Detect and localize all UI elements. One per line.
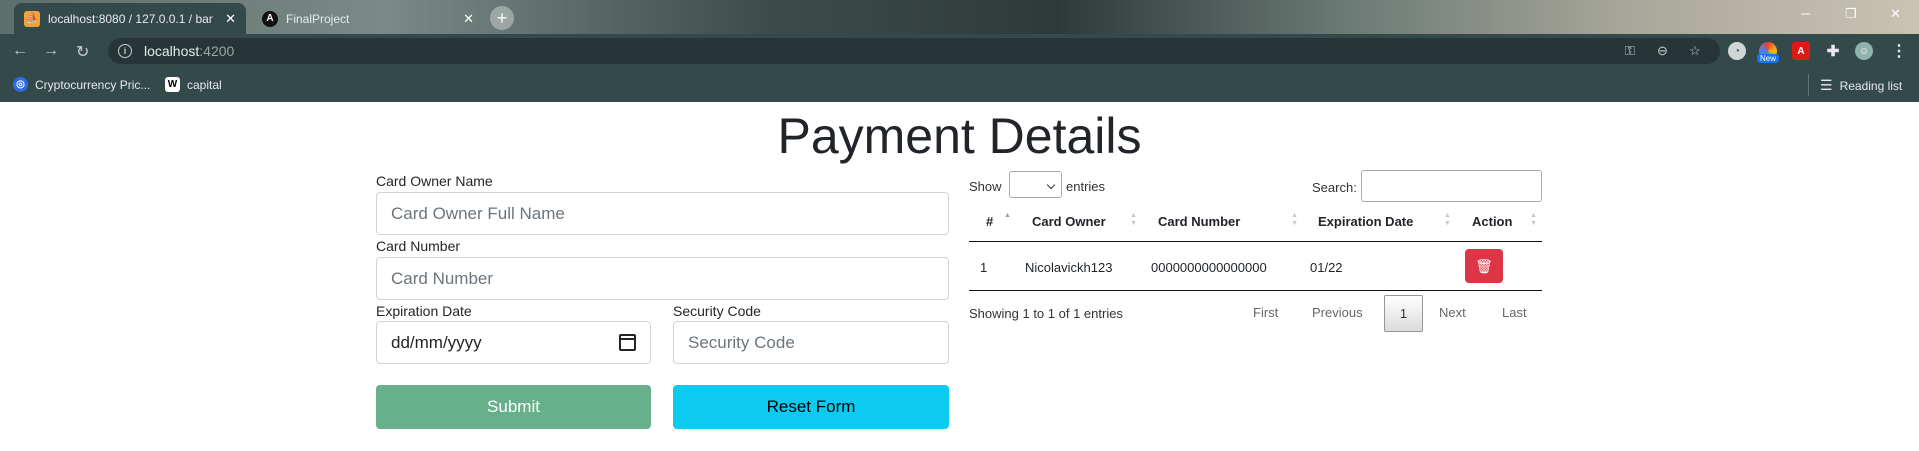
search-label: Search: (1312, 180, 1357, 195)
show-label: Show (969, 179, 1002, 194)
security-code-placeholder: Security Code (688, 332, 795, 352)
angular-devtools-icon[interactable]: A (1792, 42, 1810, 60)
reading-list-icon: ☰ (1820, 77, 1833, 93)
menu-kebab-icon[interactable]: ⋮ (1890, 42, 1908, 60)
expiration-date-label: Expiration Date (376, 303, 472, 319)
sort-action-icon[interactable]: ▲ ▼ (1530, 212, 1537, 228)
tab-title: localhost:8080 / 127.0.0.1 / bank (48, 11, 214, 26)
header-expiration-date[interactable]: Expiration Date (1318, 214, 1413, 229)
header-index[interactable]: # (986, 214, 993, 229)
browser-tab-bar: ⛵ localhost:8080 / 127.0.0.1 / bank ✕ A … (0, 0, 1919, 34)
pagination-previous[interactable]: Previous (1312, 305, 1363, 320)
reading-list-label: Reading list (1839, 78, 1903, 93)
row-card-number: 0000000000000000 (1151, 260, 1267, 275)
row-index: 1 (980, 260, 988, 275)
zoom-icon[interactable]: ⊖ (1657, 43, 1668, 59)
calendar-icon[interactable] (619, 334, 636, 351)
table-search-input[interactable] (1361, 170, 1542, 202)
expiration-date-value: dd/mm/yyyy (391, 332, 482, 352)
bookmark-star-icon[interactable]: ☆ (1689, 43, 1701, 59)
delete-button[interactable]: 🗑 (1465, 249, 1503, 283)
reset-form-button[interactable]: Reset Form (673, 385, 949, 429)
url-text: localhost:4200 (144, 43, 235, 59)
extensions-puzzle-icon[interactable]: ✚ (1824, 42, 1842, 60)
submit-button[interactable]: Submit (376, 385, 651, 429)
table-info: Showing 1 to 1 of 1 entries (969, 306, 1123, 321)
extension-new-badge: New (1757, 54, 1780, 63)
reading-list-button[interactable]: ☰ Reading list (1820, 77, 1902, 94)
card-owner-input[interactable]: Card Owner Full Name (376, 192, 949, 235)
table-footer-rule (969, 290, 1542, 291)
extension-gauge-icon[interactable]: ◔ (1728, 42, 1746, 60)
trash-icon: 🗑 (1475, 257, 1493, 274)
header-card-owner[interactable]: Card Owner (1032, 214, 1106, 229)
card-number-placeholder: Card Number (391, 268, 494, 288)
table-header-rule (969, 241, 1542, 242)
security-code-input[interactable]: Security Code (673, 321, 949, 364)
angular-favicon-icon: A (262, 10, 278, 27)
sort-owner-icon[interactable]: ▲ ▼ (1130, 212, 1137, 228)
tab-close-icon[interactable]: ✕ (463, 11, 474, 27)
minimize-icon[interactable]: ─ (1801, 6, 1810, 21)
forward-icon[interactable]: → (43, 42, 59, 60)
tab-title: FinalProject (286, 11, 350, 26)
card-number-input[interactable]: Card Number (376, 257, 949, 300)
pagination-current[interactable]: 1 (1384, 295, 1423, 332)
reload-icon[interactable]: ↻ (76, 42, 89, 62)
pagination-first[interactable]: First (1253, 305, 1278, 320)
row-card-owner: Nicolavickh123 (1025, 260, 1113, 275)
card-owner-label: Card Owner Name (376, 173, 493, 189)
coin-icon: ◎ (13, 77, 28, 92)
back-icon[interactable]: ← (12, 42, 28, 60)
browser-toolbar: ← → ↻ i localhost:4200 ⚿ ⊖ ☆ ◔ New A ✚ ☺… (0, 34, 1919, 68)
address-bar[interactable]: i localhost:4200 ⚿ ⊖ ☆ (108, 38, 1720, 64)
header-card-number[interactable]: Card Number (1158, 214, 1240, 229)
expiration-date-input[interactable]: dd/mm/yyyy (376, 321, 651, 364)
sort-index-icon[interactable]: ▲ (1004, 212, 1011, 220)
restore-icon[interactable]: ❐ (1845, 6, 1857, 22)
card-owner-placeholder: Card Owner Full Name (391, 203, 565, 223)
tab-close-icon[interactable]: ✕ (225, 11, 236, 27)
security-code-label: Security Code (673, 303, 761, 319)
header-action[interactable]: Action (1472, 214, 1512, 229)
row-expiration-date: 01/22 (1310, 260, 1343, 275)
pagination-last[interactable]: Last (1502, 305, 1527, 320)
close-window-icon[interactable]: ✕ (1890, 6, 1901, 22)
card-number-label: Card Number (376, 238, 461, 254)
profile-avatar[interactable]: ☺ (1855, 42, 1873, 60)
entries-label: entries (1066, 179, 1106, 194)
browser-tab-phpmyadmin[interactable]: ⛵ localhost:8080 / 127.0.0.1 / bank ✕ (14, 3, 246, 34)
bookmarks-bar: ◎ Cryptocurrency Pric... W capital ☰ Rea… (0, 68, 1919, 102)
sort-expiry-icon[interactable]: ▲ ▼ (1444, 212, 1451, 228)
browser-tab-finalproject[interactable]: A FinalProject ✕ (252, 3, 484, 34)
wikipedia-icon: W (165, 77, 180, 92)
pagination-next[interactable]: Next (1439, 305, 1466, 320)
bookmark-label: capital (187, 77, 222, 92)
bookmark-capital[interactable]: W capital (165, 77, 222, 92)
sort-number-icon[interactable]: ▲ ▼ (1291, 212, 1298, 228)
page-title: Payment Details (777, 108, 1142, 164)
key-icon[interactable]: ⚿ (1625, 43, 1635, 59)
entries-select[interactable] (1009, 171, 1062, 198)
bookmarks-divider (1808, 74, 1809, 96)
new-tab-button[interactable]: + (490, 6, 514, 30)
site-info-icon[interactable]: i (118, 44, 132, 58)
bookmark-cryptocurrency[interactable]: ◎ Cryptocurrency Pric... (13, 77, 150, 92)
bookmark-label: Cryptocurrency Pric... (35, 77, 151, 92)
phpmyadmin-favicon-icon: ⛵ (24, 10, 40, 27)
